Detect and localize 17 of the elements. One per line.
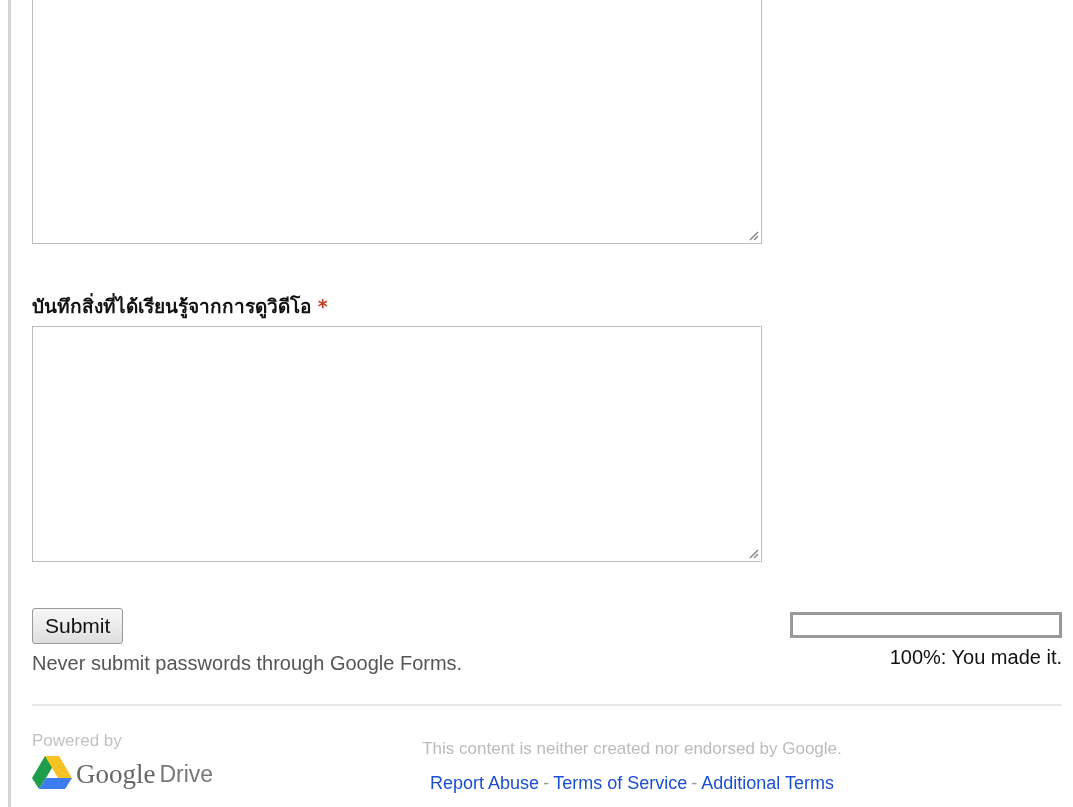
- product-name: Drive: [159, 759, 214, 789]
- powered-by-label: Powered by: [32, 730, 123, 752]
- drive-logo-icon: [32, 755, 72, 792]
- password-warning: Never submit passwords through Google Forms.: [32, 651, 463, 676]
- link-separator: -: [543, 771, 550, 795]
- footer-link[interactable]: Additional Terms: [701, 769, 834, 797]
- disclaimer-text: This content is neither created nor endorsed by Google.: [422, 738, 842, 760]
- submit-button[interactable]: Submit: [32, 608, 124, 644]
- footer-link[interactable]: Report Abuse: [430, 769, 540, 797]
- question-label: บันทึกสิ่งที่ได้เรียนรู้จากการดูวิดีโอ *: [32, 292, 329, 320]
- required-asterisk: *: [317, 295, 328, 317]
- link-separator: -: [691, 771, 698, 795]
- resize-grip-icon[interactable]: [747, 547, 759, 559]
- resize-grip-icon[interactable]: [747, 229, 759, 241]
- footer-link[interactable]: Terms of Service: [553, 769, 688, 797]
- progress-text: 100%: You made it.: [889, 645, 1062, 670]
- logo-wordmark: Google: [76, 757, 156, 791]
